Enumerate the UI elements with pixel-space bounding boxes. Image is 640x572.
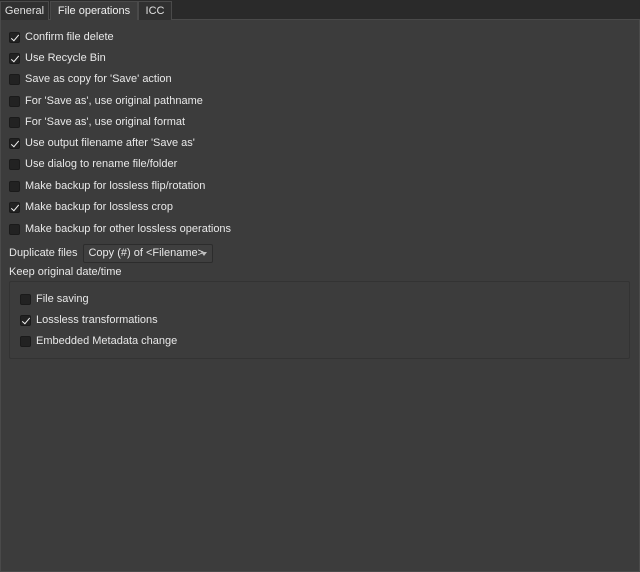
option-label: For 'Save as', use original pathname (25, 95, 203, 107)
option-save-as-copy[interactable]: Save as copy for 'Save' action (9, 72, 172, 86)
file-operations-page: Confirm file delete Use Recycle Bin Save… (0, 20, 640, 572)
lossless-transformations-checkbox[interactable] (20, 314, 31, 326)
option-backup-other-lossless[interactable]: Make backup for other lossless operation… (9, 222, 231, 236)
duplicate-files-row: Duplicate files Copy (#) of <Filename> (9, 243, 214, 263)
option-label: Use dialog to rename file/folder (25, 158, 178, 170)
option-label: Make backup for lossless flip/rotation (25, 180, 206, 192)
chevron-down-icon (201, 251, 208, 256)
tab-general[interactable]: General (0, 1, 49, 20)
backup-crop-checkbox[interactable] (9, 201, 20, 213)
option-label: Make backup for lossless crop (25, 201, 173, 213)
option-label: File saving (36, 293, 89, 305)
confirm-file-delete-checkbox[interactable] (9, 31, 20, 43)
option-label: Use Recycle Bin (25, 52, 106, 64)
option-keep-date-lossless[interactable]: Lossless transformations (20, 313, 158, 327)
option-backup-crop[interactable]: Make backup for lossless crop (9, 200, 173, 214)
option-label: Embedded Metadata change (36, 335, 178, 347)
keep-date-group-title: Keep original date/time (9, 266, 122, 278)
backup-flip-rotation-checkbox[interactable] (9, 180, 20, 192)
option-confirm-file-delete[interactable]: Confirm file delete (9, 30, 114, 44)
use-recycle-bin-checkbox[interactable] (9, 52, 20, 64)
keep-date-group: File saving Lossless transformations Emb… (9, 281, 630, 359)
file-saving-checkbox[interactable] (20, 293, 31, 305)
backup-other-lossless-checkbox[interactable] (9, 223, 20, 235)
use-output-filename-checkbox[interactable] (9, 137, 20, 149)
option-label: Use output filename after 'Save as' (25, 137, 195, 149)
option-keep-date-file-saving[interactable]: File saving (20, 292, 89, 306)
tab-icc[interactable]: ICC (138, 1, 172, 20)
use-rename-dialog-checkbox[interactable] (9, 158, 20, 170)
duplicate-files-value: Copy (#) of <Filename> (88, 246, 205, 259)
option-label: Lossless transformations (36, 314, 158, 326)
tab-bar: General File operations ICC (0, 0, 640, 21)
save-as-copy-checkbox[interactable] (9, 73, 20, 85)
option-save-as-original-format[interactable]: For 'Save as', use original format (9, 115, 185, 129)
option-keep-date-metadata[interactable]: Embedded Metadata change (20, 334, 177, 348)
duplicate-files-select[interactable]: Copy (#) of <Filename> (83, 243, 214, 263)
option-save-as-original-pathname[interactable]: For 'Save as', use original pathname (9, 94, 203, 108)
save-as-original-pathname-checkbox[interactable] (9, 95, 20, 107)
metadata-change-checkbox[interactable] (20, 335, 31, 347)
tab-file-operations[interactable]: File operations (50, 1, 138, 21)
option-label: Confirm file delete (25, 31, 114, 43)
option-backup-flip-rotation[interactable]: Make backup for lossless flip/rotation (9, 179, 205, 193)
option-label: For 'Save as', use original format (25, 116, 186, 128)
option-use-rename-dialog[interactable]: Use dialog to rename file/folder (9, 157, 177, 171)
option-use-output-filename[interactable]: Use output filename after 'Save as' (9, 136, 195, 150)
option-label: Make backup for other lossless operation… (25, 223, 232, 235)
option-use-recycle-bin[interactable]: Use Recycle Bin (9, 51, 106, 65)
duplicate-files-label: Duplicate files (9, 247, 78, 259)
option-label: Save as copy for 'Save' action (25, 73, 172, 85)
save-as-original-format-checkbox[interactable] (9, 116, 20, 128)
